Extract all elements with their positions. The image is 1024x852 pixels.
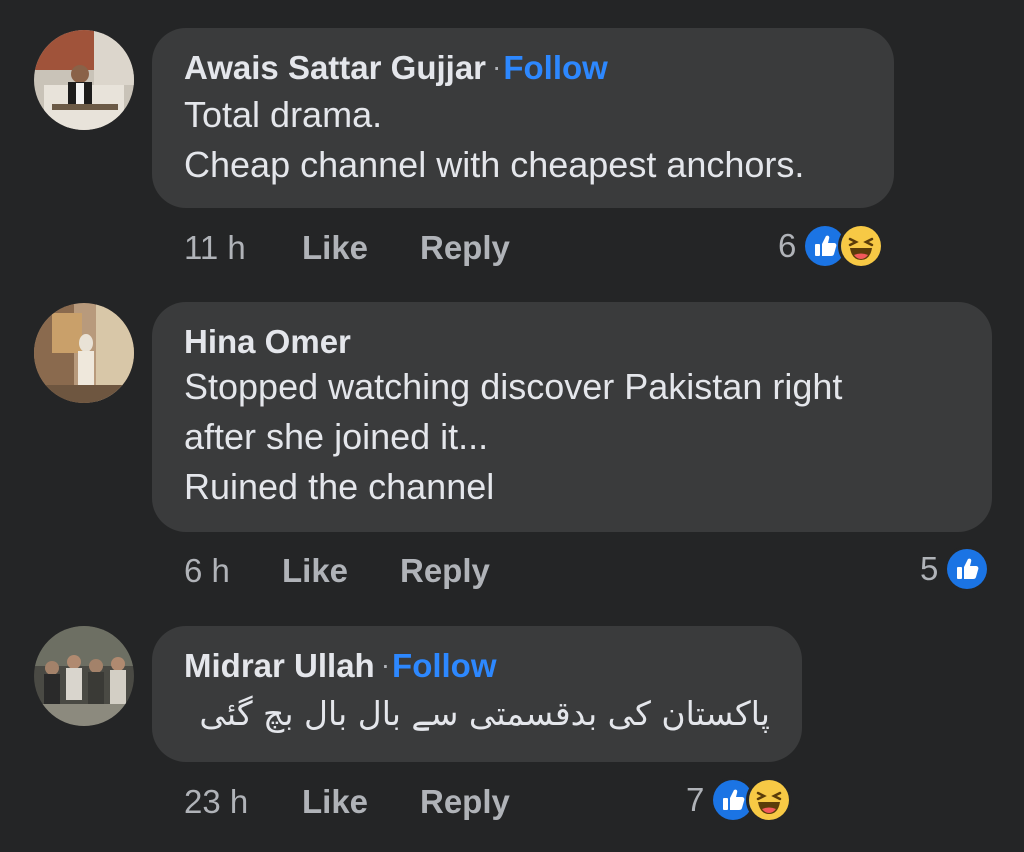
reaction-summary[interactable]: 7 [686, 777, 793, 823]
timestamp[interactable]: 23 h [184, 782, 248, 822]
reaction-summary[interactable]: 6 [778, 223, 885, 269]
reply-button[interactable]: Reply [400, 551, 490, 591]
comment-bubble: Midrar Ullah ·Follow پاکستان کی بدقسمتی س… [152, 626, 802, 762]
comment-line: پاکستان کی بدقسمتی سے بال بال بچ گئی [199, 694, 770, 733]
author-line: Midrar Ullah ·Follow [184, 646, 770, 688]
haha-icon [838, 223, 885, 269]
reply-button[interactable]: Reply [420, 782, 510, 822]
comment-line: Cheap channel with cheapest anchors. [184, 144, 805, 185]
reply-button[interactable]: Reply [420, 228, 510, 268]
comment-line: after she joined it... [184, 416, 489, 457]
like-button[interactable]: Like [302, 782, 368, 822]
like-button[interactable]: Like [302, 228, 368, 268]
like-button[interactable]: Like [282, 551, 348, 591]
comment-line: Stopped watching discover Pakistan right [184, 366, 843, 407]
comment-text: Stopped watching discover Pakistan right… [184, 362, 960, 512]
like-icon [944, 546, 991, 592]
avatar-photo [34, 30, 134, 130]
timestamp[interactable]: 11 h [184, 228, 246, 268]
reaction-summary[interactable]: 5 [920, 546, 991, 592]
comment-text: Total drama. Cheap channel with cheapest… [184, 90, 862, 190]
author-line: Awais Sattar Gujjar ·Follow [184, 48, 862, 90]
reaction-count: 5 [920, 550, 939, 587]
separator-dot: · [492, 51, 502, 82]
follow-button[interactable]: Follow [392, 647, 496, 684]
timestamp[interactable]: 6 h [184, 551, 230, 591]
avatar[interactable] [34, 626, 134, 726]
separator-dot: · [380, 649, 391, 680]
comment-line: Total drama. [184, 94, 383, 135]
haha-icon [746, 777, 793, 823]
comment-line: Ruined the channel [184, 466, 495, 507]
avatar-photo [34, 626, 134, 726]
follow-button[interactable]: Follow [503, 49, 607, 86]
avatar-photo [34, 303, 134, 403]
avatar[interactable] [34, 303, 134, 403]
avatar[interactable] [34, 30, 134, 130]
comment-bubble: Awais Sattar Gujjar ·Follow Total drama. … [152, 28, 894, 208]
comment-bubble: Hina Omer Stopped watching discover Paki… [152, 302, 992, 532]
author-line: Hina Omer [184, 322, 960, 362]
author-name[interactable]: Awais Sattar Gujjar [184, 49, 486, 86]
author-name[interactable]: Midrar Ullah [184, 647, 375, 684]
reaction-count: 7 [686, 781, 705, 818]
reaction-count: 6 [778, 227, 797, 264]
author-name[interactable]: Hina Omer [184, 323, 351, 360]
comment-text: پاکستان کی بدقسمتی سے بال بال بچ گئی [184, 688, 770, 740]
